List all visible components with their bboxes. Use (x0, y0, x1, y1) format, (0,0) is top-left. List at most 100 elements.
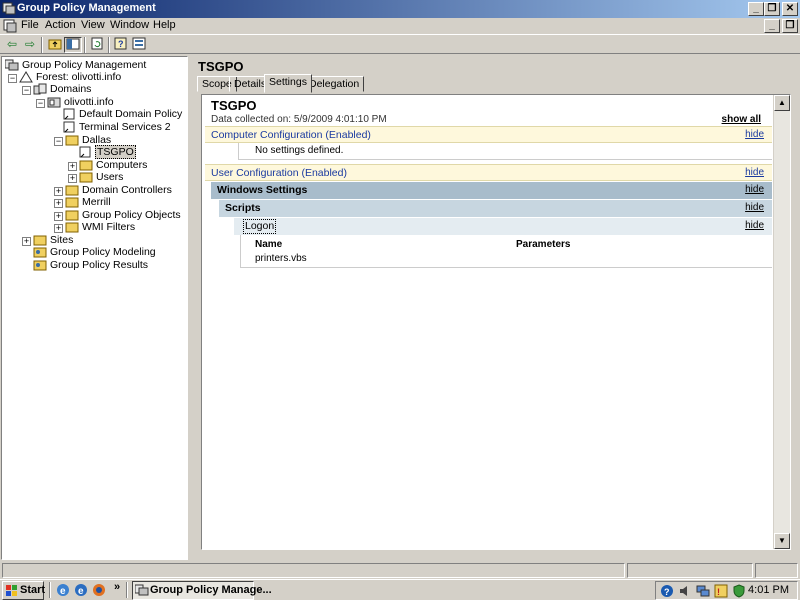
logon-label[interactable]: Logon (243, 219, 277, 234)
svg-text:?: ? (118, 39, 124, 49)
tab-delegation[interactable]: Delegation (304, 76, 365, 92)
results-icon (33, 259, 47, 271)
firefox-icon[interactable] (92, 583, 106, 597)
modeling-icon (33, 246, 47, 258)
menu-action[interactable]: Action (45, 19, 76, 31)
shield-icon[interactable] (732, 584, 746, 598)
report-title: TSGPO (211, 98, 257, 113)
expand-users-toggle[interactable]: + (68, 174, 77, 183)
child-restore-button[interactable]: ❐ (782, 19, 798, 33)
hide-user-link[interactable]: hide (745, 165, 764, 181)
child-minimize-button[interactable]: _ (764, 19, 780, 33)
network-icon[interactable] (696, 584, 710, 598)
status-panel (755, 563, 798, 578)
minimize-button[interactable]: _ (748, 2, 764, 16)
tree-label: Computers (96, 159, 148, 171)
taskbar-button-gpm[interactable]: Group Policy Manage... (132, 581, 272, 600)
folder-icon (65, 221, 79, 233)
properties-icon[interactable] (130, 37, 148, 53)
hide-computer-link[interactable]: hide (745, 127, 764, 143)
clock: 4:01 PM (748, 584, 789, 596)
tree-node-gp-results[interactable]: Group Policy Results (33, 259, 148, 272)
expand-wmi-toggle[interactable]: + (54, 224, 63, 233)
gpo-heading: TSGPO (198, 59, 244, 74)
show-all-link[interactable]: show all (722, 114, 761, 125)
computer-configuration-band: Computer Configuration (Enabled) hide (205, 126, 772, 143)
report-vertical-scrollbar[interactable]: ▲ ▼ (773, 95, 790, 549)
tree-node-gp-modeling[interactable]: Group Policy Modeling (33, 246, 156, 259)
menu-view[interactable]: View (81, 19, 105, 31)
restore-button[interactable]: ❐ (764, 2, 780, 16)
collapse-forest-toggle[interactable]: − (8, 74, 17, 83)
collapse-domains-toggle[interactable]: − (22, 86, 31, 95)
back-arrow-icon[interactable]: ⇦ (3, 37, 21, 53)
document-system-menu-icon[interactable] (3, 19, 17, 33)
ie-icon[interactable]: e (56, 583, 70, 597)
ou-folder-icon (65, 134, 79, 146)
scroll-down-arrow-icon[interactable]: ▼ (774, 533, 790, 549)
tree-label: Group Policy Results (50, 259, 149, 271)
collapse-dallas-toggle[interactable]: − (54, 137, 63, 146)
tree-label-selected: TSGPO (95, 145, 136, 159)
collapse-domain-toggle[interactable]: − (36, 99, 45, 108)
taskbar-separator (126, 582, 128, 598)
tree-label: Terminal Services 2 (79, 121, 171, 133)
tree-node-users[interactable]: Users (79, 171, 123, 184)
folder-icon (33, 234, 47, 246)
scroll-up-arrow-icon[interactable]: ▲ (774, 95, 790, 111)
refresh-icon[interactable] (88, 37, 106, 53)
close-button[interactable]: ✕ (782, 2, 798, 16)
expand-sites-toggle[interactable]: + (22, 237, 31, 246)
quick-launch-chevron[interactable]: » (114, 581, 120, 593)
show-hide-tree-icon[interactable] (64, 37, 82, 53)
folder-icon (65, 209, 79, 221)
computer-configuration-label: Computer Configuration (Enabled) (211, 129, 371, 141)
menu-help[interactable]: Help (153, 19, 176, 31)
windows-settings-label: Windows Settings (217, 184, 308, 196)
expand-computers-toggle[interactable]: + (68, 162, 77, 171)
window-title: Group Policy Management (17, 2, 156, 14)
title-bar[interactable]: Group Policy Management _ ❐ ✕ (0, 0, 800, 18)
expand-domain-controllers-toggle[interactable]: + (54, 187, 63, 196)
hide-logon-link[interactable]: hide (745, 218, 764, 234)
forward-arrow-icon[interactable]: ⇨ (21, 37, 39, 53)
column-header-parameters: Parameters (516, 239, 571, 250)
menu-window[interactable]: Window (110, 19, 149, 31)
script-name-cell: printers.vbs (255, 253, 307, 264)
ou-folder-icon (65, 196, 79, 208)
tree-node-default-domain-policy[interactable]: Default Domain Policy (62, 108, 182, 121)
console-tree[interactable]: Group Policy Management − Forest: olivot… (1, 56, 188, 560)
hide-scripts-link[interactable]: hide (745, 200, 764, 216)
status-panel (2, 563, 625, 578)
tree-label: Users (96, 171, 124, 183)
security-icon[interactable]: ! (714, 584, 728, 598)
toolbar-separator (41, 37, 43, 53)
help-icon[interactable]: ? (112, 37, 130, 53)
status-bar (0, 562, 800, 579)
svg-text:e: e (78, 586, 84, 597)
system-tray: ? ! 4:01 PM (655, 581, 798, 600)
tree-node-domains[interactable]: Domains (33, 83, 91, 96)
tree-node-wmi-filters[interactable]: WMI Filters (65, 221, 135, 234)
volume-icon[interactable] (678, 584, 692, 598)
scripts-band: Scripts hide (219, 200, 772, 217)
tree-node-terminal-services-2[interactable]: Terminal Services 2 (62, 121, 171, 134)
menu-file[interactable]: File (21, 19, 39, 31)
tree-label: olivotti.info (64, 96, 114, 108)
user-configuration-band: User Configuration (Enabled) hide (205, 164, 772, 181)
tree-node-merrill[interactable]: Merrill (65, 196, 111, 209)
tab-settings[interactable]: Settings (264, 74, 312, 93)
expand-gpo-toggle[interactable]: + (54, 212, 63, 221)
domains-icon (33, 83, 47, 95)
tree-node-tsgpo[interactable]: TSGPO (78, 145, 136, 159)
hide-windows-settings-link[interactable]: hide (745, 182, 764, 198)
start-button[interactable]: Start (2, 581, 46, 600)
toolbar: ⇦ ⇨ ? (0, 34, 800, 54)
tree-label: Group Policy Management (22, 59, 147, 71)
tree-label: Domain Controllers (82, 184, 172, 196)
help-tray-icon[interactable]: ? (660, 584, 674, 598)
expand-merrill-toggle[interactable]: + (54, 199, 63, 208)
up-folder-icon[interactable] (46, 37, 64, 53)
start-label: Start (20, 584, 46, 596)
ie-alt-icon[interactable]: e (74, 583, 88, 597)
